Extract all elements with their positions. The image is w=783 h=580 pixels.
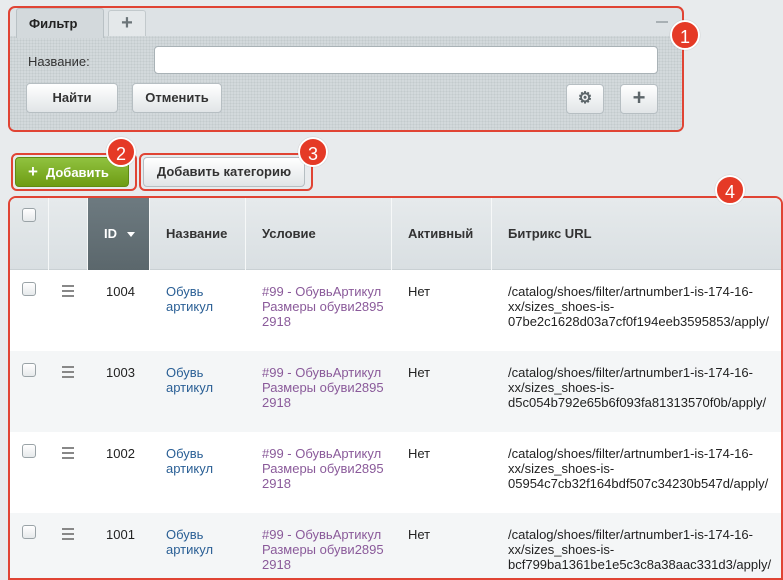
add-category-button[interactable]: Добавить категорию [143,157,305,187]
row-condition-link[interactable]: #99 - ОбувьАртикул Размеры обуви2895 2918 [262,446,384,491]
plus-icon: + [28,162,38,181]
row-bitrix-url: /catalog/shoes/filter/artnumber1-is-174-… [508,365,767,410]
row-name-link[interactable]: Обувь артикул [166,527,213,557]
header-checkbox-cell [10,198,49,270]
row-active: Нет [408,284,431,299]
sort-desc-icon [127,232,135,238]
table-row[interactable]: 1003 Обувь артикул #99 - ОбувьАртикул Разм… [10,351,781,432]
row-active: Нет [408,446,431,461]
select-all-checkbox[interactable] [22,208,36,222]
row-active: Нет [408,527,431,542]
data-table: ID Название Условие Активный Битрикс URL… [8,196,783,580]
add-filter-tab-icon[interactable]: + [108,10,146,36]
row-checkbox[interactable] [22,444,36,458]
row-id: 1004 [106,284,135,299]
name-field-label: Название: [28,54,90,69]
drag-handle-icon[interactable] [62,285,74,300]
header-active[interactable]: Активный [392,198,492,270]
row-condition-link[interactable]: #99 - ОбувьАртикул Размеры обуви2895 2918 [262,284,384,329]
collapse-icon[interactable] [656,21,668,23]
badge-2: 2 [106,137,136,167]
badge-3: 3 [298,137,328,167]
table-header: ID Название Условие Активный Битрикс URL [10,198,781,270]
badge-4: 4 [715,175,745,205]
header-bitrix-url[interactable]: Битрикс URL [492,198,781,270]
table-row[interactable]: 1002 Обувь артикул #99 - ОбувьАртикул Разм… [10,432,781,513]
drag-handle-icon[interactable] [62,366,74,381]
row-name-link[interactable]: Обувь артикул [166,284,213,314]
row-name-link[interactable]: Обувь артикул [166,365,213,395]
row-bitrix-url: /catalog/shoes/filter/artnumber1-is-174-… [508,446,769,491]
row-id: 1003 [106,365,135,380]
row-checkbox[interactable] [22,282,36,296]
cancel-button[interactable]: Отменить [132,83,222,113]
drag-handle-icon[interactable] [62,528,74,543]
header-id[interactable]: ID [88,198,150,270]
row-checkbox[interactable] [22,525,36,539]
row-checkbox[interactable] [22,363,36,377]
badge-1: 1 [670,20,700,50]
header-drag-cell [49,198,88,270]
add-field-icon[interactable]: + [620,84,658,114]
row-active: Нет [408,365,431,380]
add-button-label: Добавить [45,165,109,180]
row-condition-link[interactable]: #99 - ОбувьАртикул Размеры обуви2895 2918 [262,527,384,572]
row-bitrix-url: /catalog/shoes/filter/artnumber1-is-174-… [508,527,772,572]
header-condition[interactable]: Условие [246,198,392,270]
row-id: 1001 [106,527,135,542]
filter-panel: Фильтр + Название: Найти Отменить ⚙ + [8,6,684,132]
header-id-label: ID [104,226,117,241]
row-name-link[interactable]: Обувь артикул [166,446,213,476]
gear-icon[interactable]: ⚙ [566,84,604,114]
row-condition-link[interactable]: #99 - ОбувьАртикул Размеры обуви2895 2918 [262,365,384,410]
table-row[interactable]: 1004 Обувь артикул #99 - ОбувьАртикул Разм… [10,270,781,351]
row-id: 1002 [106,446,135,461]
header-name[interactable]: Название [150,198,246,270]
row-bitrix-url: /catalog/shoes/filter/artnumber1-is-174-… [508,284,769,329]
tab-filter[interactable]: Фильтр [16,8,104,38]
drag-handle-icon[interactable] [62,447,74,462]
name-input[interactable] [154,46,658,74]
find-button[interactable]: Найти [26,83,118,113]
table-row[interactable]: 1001 Обувь артикул #99 - ОбувьАртикул Разм… [10,513,781,578]
